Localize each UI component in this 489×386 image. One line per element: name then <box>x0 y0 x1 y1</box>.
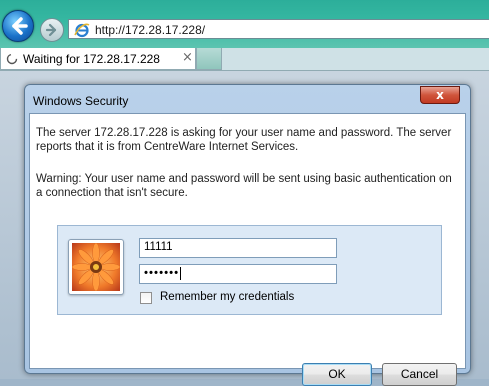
address-url: http://172.28.17.228/ <box>95 23 206 37</box>
username-field[interactable]: 11111 <box>139 238 337 258</box>
ok-button[interactable]: OK <box>302 363 372 386</box>
tab-current[interactable]: Waiting for 172.28.17.228 × <box>0 48 196 70</box>
security-warning: Warning: Your user name and password wil… <box>36 173 452 199</box>
back-arrow-icon <box>12 17 28 35</box>
server-message: The server 172.28.17.228 is asking for y… <box>36 127 452 153</box>
forward-arrow-icon <box>45 23 57 37</box>
remember-label[interactable]: Remember my credentials <box>160 291 294 303</box>
cancel-button[interactable]: Cancel <box>382 363 457 386</box>
new-tab-button[interactable] <box>196 48 222 70</box>
address-bar[interactable]: http://172.28.17.228/ <box>68 19 489 39</box>
loading-spinner-icon <box>6 53 18 68</box>
forward-button[interactable] <box>40 18 64 42</box>
back-button[interactable] <box>2 10 34 42</box>
dialog-title: Windows Security <box>33 94 129 108</box>
windows-security-dialog: Windows Security x The server 172.28.17.… <box>24 84 471 386</box>
dialog-body: The server 172.28.17.228 is asking for y… <box>29 113 466 386</box>
dialog-close-button[interactable]: x <box>420 86 460 104</box>
user-flower-picture <box>71 242 121 292</box>
password-field[interactable]: ••••••• <box>139 264 337 284</box>
internet-explorer-icon <box>74 22 90 41</box>
tab-close-icon[interactable]: × <box>182 50 193 65</box>
credential-tile: 11111 ••••••• Remember my credentials <box>57 225 442 315</box>
tab-strip: Waiting for 172.28.17.228 × <box>0 48 489 71</box>
close-icon: x <box>436 88 444 102</box>
password-value: ••••••• <box>144 267 180 280</box>
username-value: 11111 <box>144 241 173 253</box>
tab-label: Waiting for 172.28.17.228 <box>23 52 160 66</box>
remember-checkbox[interactable] <box>140 292 152 304</box>
user-picture <box>68 239 124 295</box>
browser-toolbar: http://172.28.17.228/ <box>0 0 489 48</box>
text-caret <box>180 267 182 280</box>
